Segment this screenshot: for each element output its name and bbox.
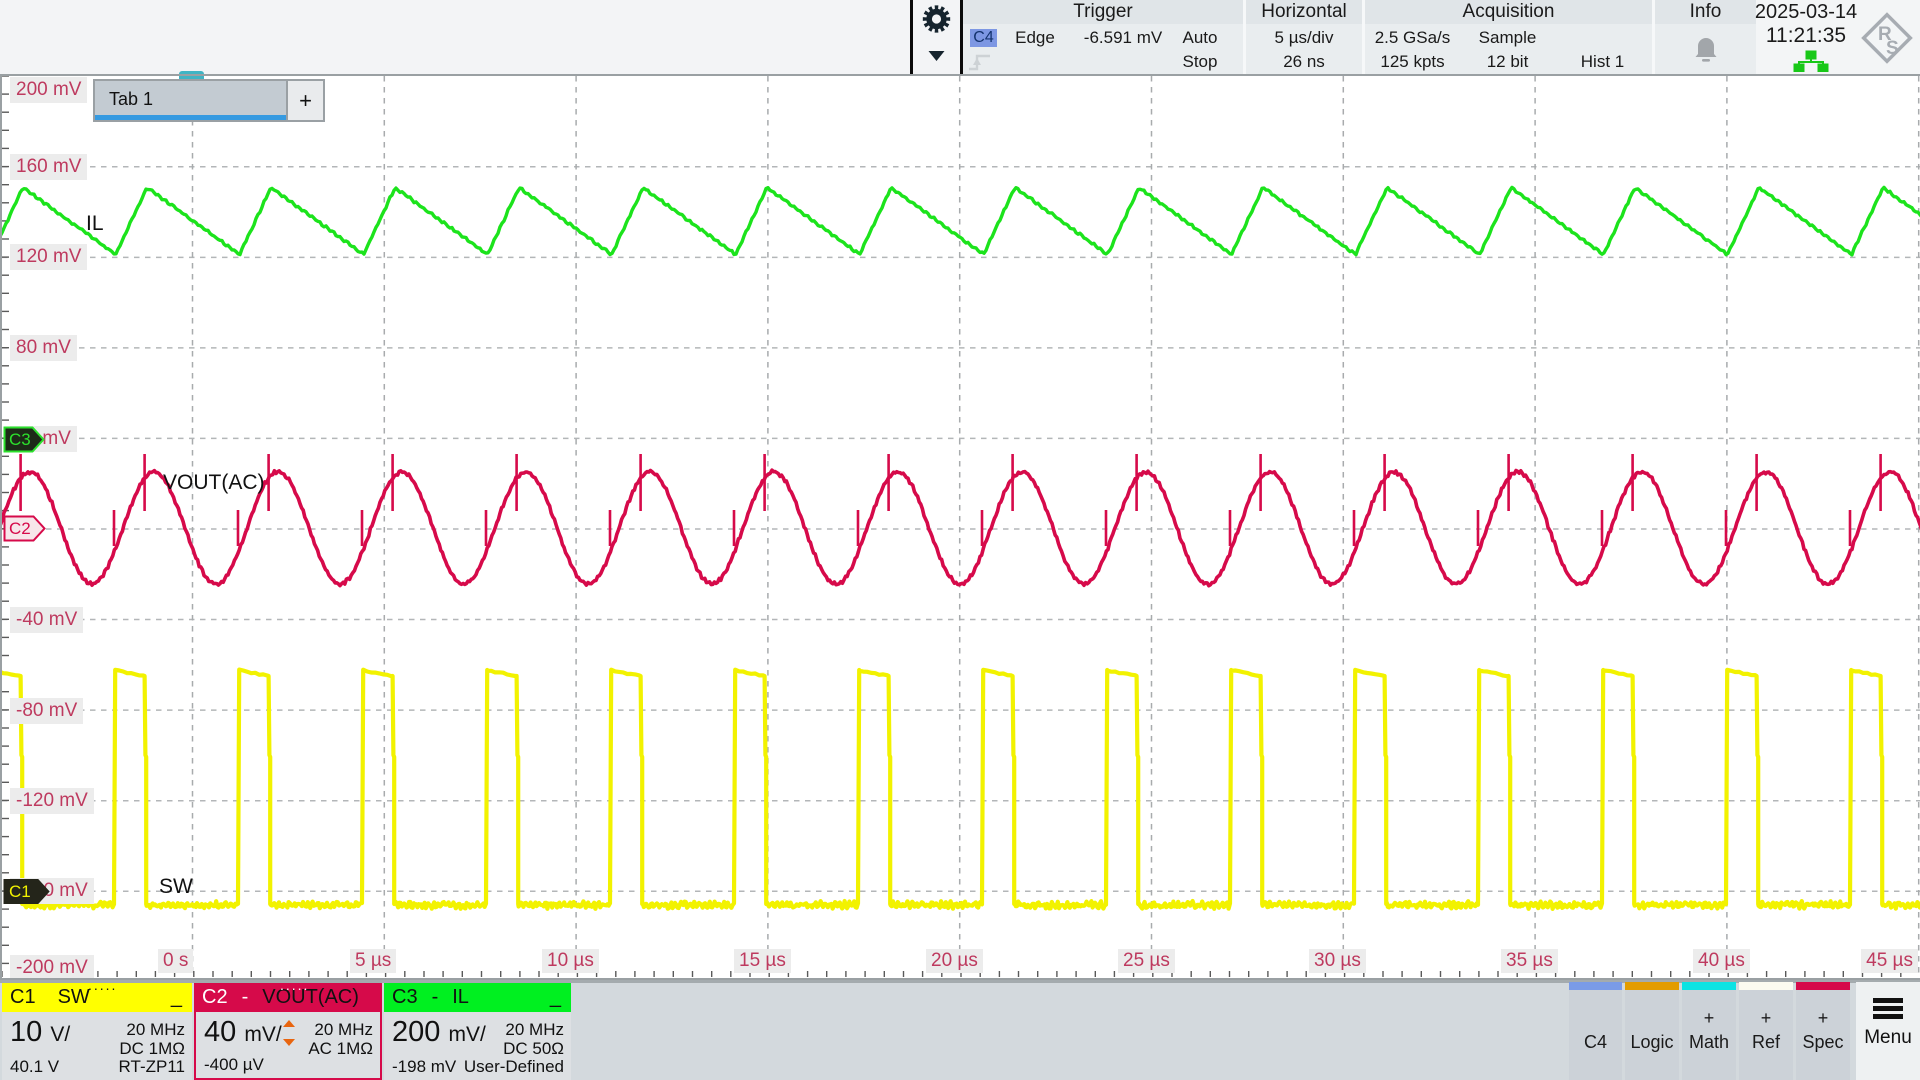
svg-text:C3: C3 <box>9 430 31 449</box>
svg-text:S: S <box>1886 38 1899 59</box>
svg-text:C1: C1 <box>9 882 31 901</box>
svg-text:C2: C2 <box>9 519 31 538</box>
